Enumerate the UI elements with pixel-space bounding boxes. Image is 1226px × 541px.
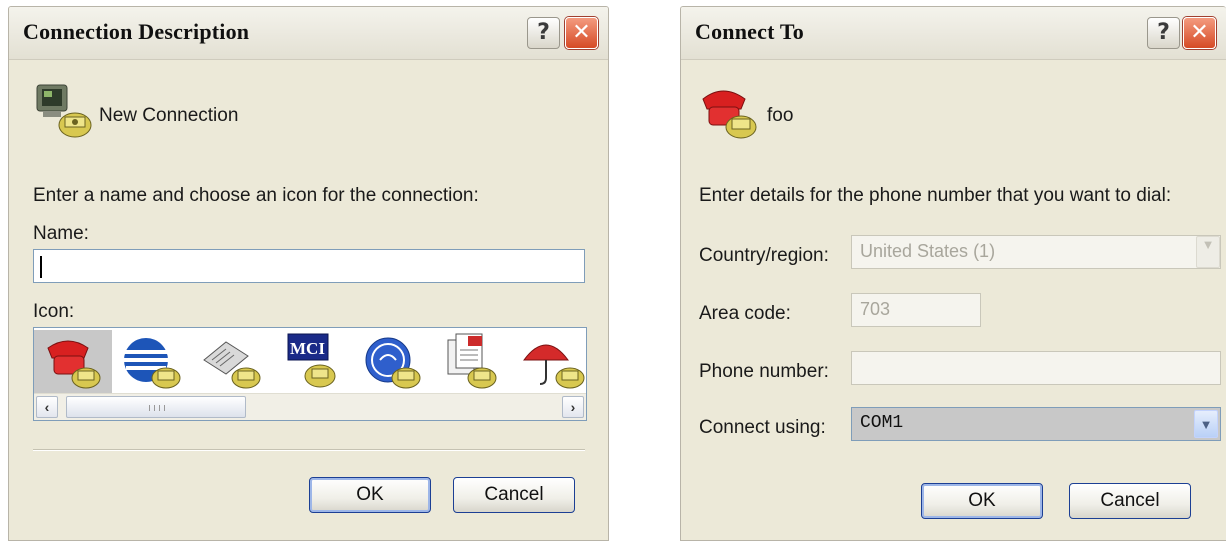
phone-number-label: Phone number: bbox=[699, 361, 829, 382]
area-code-value: 703 bbox=[860, 299, 891, 319]
icon-option-mci[interactable]: MCI bbox=[274, 330, 352, 394]
help-button[interactable]: ? bbox=[527, 17, 560, 49]
icon-option-documents[interactable] bbox=[434, 330, 512, 394]
name-label: Name: bbox=[33, 223, 89, 244]
dialog-title: Connection Description bbox=[23, 19, 250, 44]
ok-button[interactable]: OK bbox=[921, 483, 1043, 519]
globe-phone-icon bbox=[124, 338, 181, 389]
phone-number-input[interactable] bbox=[851, 351, 1221, 385]
red-phone-icon bbox=[47, 340, 101, 389]
scroll-right-button[interactable]: › bbox=[562, 396, 584, 418]
mci-phone-icon: MCI bbox=[287, 333, 336, 388]
close-button[interactable]: ✕ bbox=[565, 17, 598, 49]
connect-using-select[interactable]: COM1 ▼ bbox=[851, 407, 1221, 441]
ge-phone-icon bbox=[365, 337, 421, 389]
title-bar: Connect To ? ✕ bbox=[681, 7, 1226, 60]
icon-option-globe[interactable] bbox=[114, 330, 192, 394]
icon-list[interactable]: MCI ‹ › bbox=[33, 327, 587, 421]
help-button[interactable]: ? bbox=[1147, 17, 1180, 49]
red-phone-icon bbox=[702, 90, 757, 139]
connection-description-dialog: Connection Description ? ✕ New Connectio… bbox=[8, 6, 609, 541]
icon-option-umbrella[interactable] bbox=[514, 330, 586, 394]
horizontal-scrollbar[interactable]: ‹ › bbox=[34, 393, 586, 420]
connect-using-value: COM1 bbox=[860, 413, 904, 433]
icon-option-news[interactable] bbox=[194, 330, 272, 394]
umbrella-phone-icon bbox=[523, 344, 585, 389]
connection-name-text: New Connection bbox=[99, 105, 239, 126]
grip-icon bbox=[149, 405, 165, 411]
chevron-down-icon[interactable]: ▼ bbox=[1194, 410, 1218, 438]
scrollbar-thumb[interactable] bbox=[66, 396, 246, 418]
scroll-left-button[interactable]: ‹ bbox=[36, 396, 58, 418]
connect-using-label: Connect using: bbox=[699, 417, 826, 438]
title-bar: Connection Description ? ✕ bbox=[9, 7, 608, 60]
ok-button[interactable]: OK bbox=[309, 477, 431, 513]
area-code-input[interactable]: 703 bbox=[851, 293, 981, 327]
country-region-select[interactable]: United States (1) ▼ bbox=[851, 235, 1221, 269]
text-caret bbox=[40, 256, 42, 278]
cancel-button[interactable]: Cancel bbox=[1069, 483, 1191, 519]
icon-label: Icon: bbox=[33, 301, 75, 322]
separator bbox=[33, 449, 585, 451]
country-region-value: United States (1) bbox=[860, 241, 996, 261]
mci-logo-text: MCI bbox=[290, 339, 325, 358]
connect-to-dialog: Connect To ? ✕ foo Enter details for the… bbox=[680, 6, 1226, 541]
area-code-label: Area code: bbox=[699, 303, 791, 324]
close-button[interactable]: ✕ bbox=[1183, 17, 1216, 49]
icon-option-ge[interactable] bbox=[354, 330, 432, 394]
chevron-down-icon[interactable]: ▼ bbox=[1196, 236, 1220, 268]
instruction-text: Enter a name and choose an icon for the … bbox=[33, 185, 479, 206]
instruction-text: Enter details for the phone number that … bbox=[699, 185, 1172, 206]
news-phone-icon bbox=[203, 341, 261, 389]
cancel-button[interactable]: Cancel bbox=[453, 477, 575, 513]
documents-phone-icon bbox=[447, 333, 497, 389]
name-input[interactable] bbox=[33, 249, 585, 283]
icon-option-red-phone[interactable] bbox=[34, 330, 112, 394]
computer-phone-icon bbox=[36, 84, 92, 138]
country-region-label: Country/region: bbox=[699, 245, 829, 266]
connection-name-text: foo bbox=[767, 105, 794, 126]
dialog-title: Connect To bbox=[695, 19, 804, 44]
